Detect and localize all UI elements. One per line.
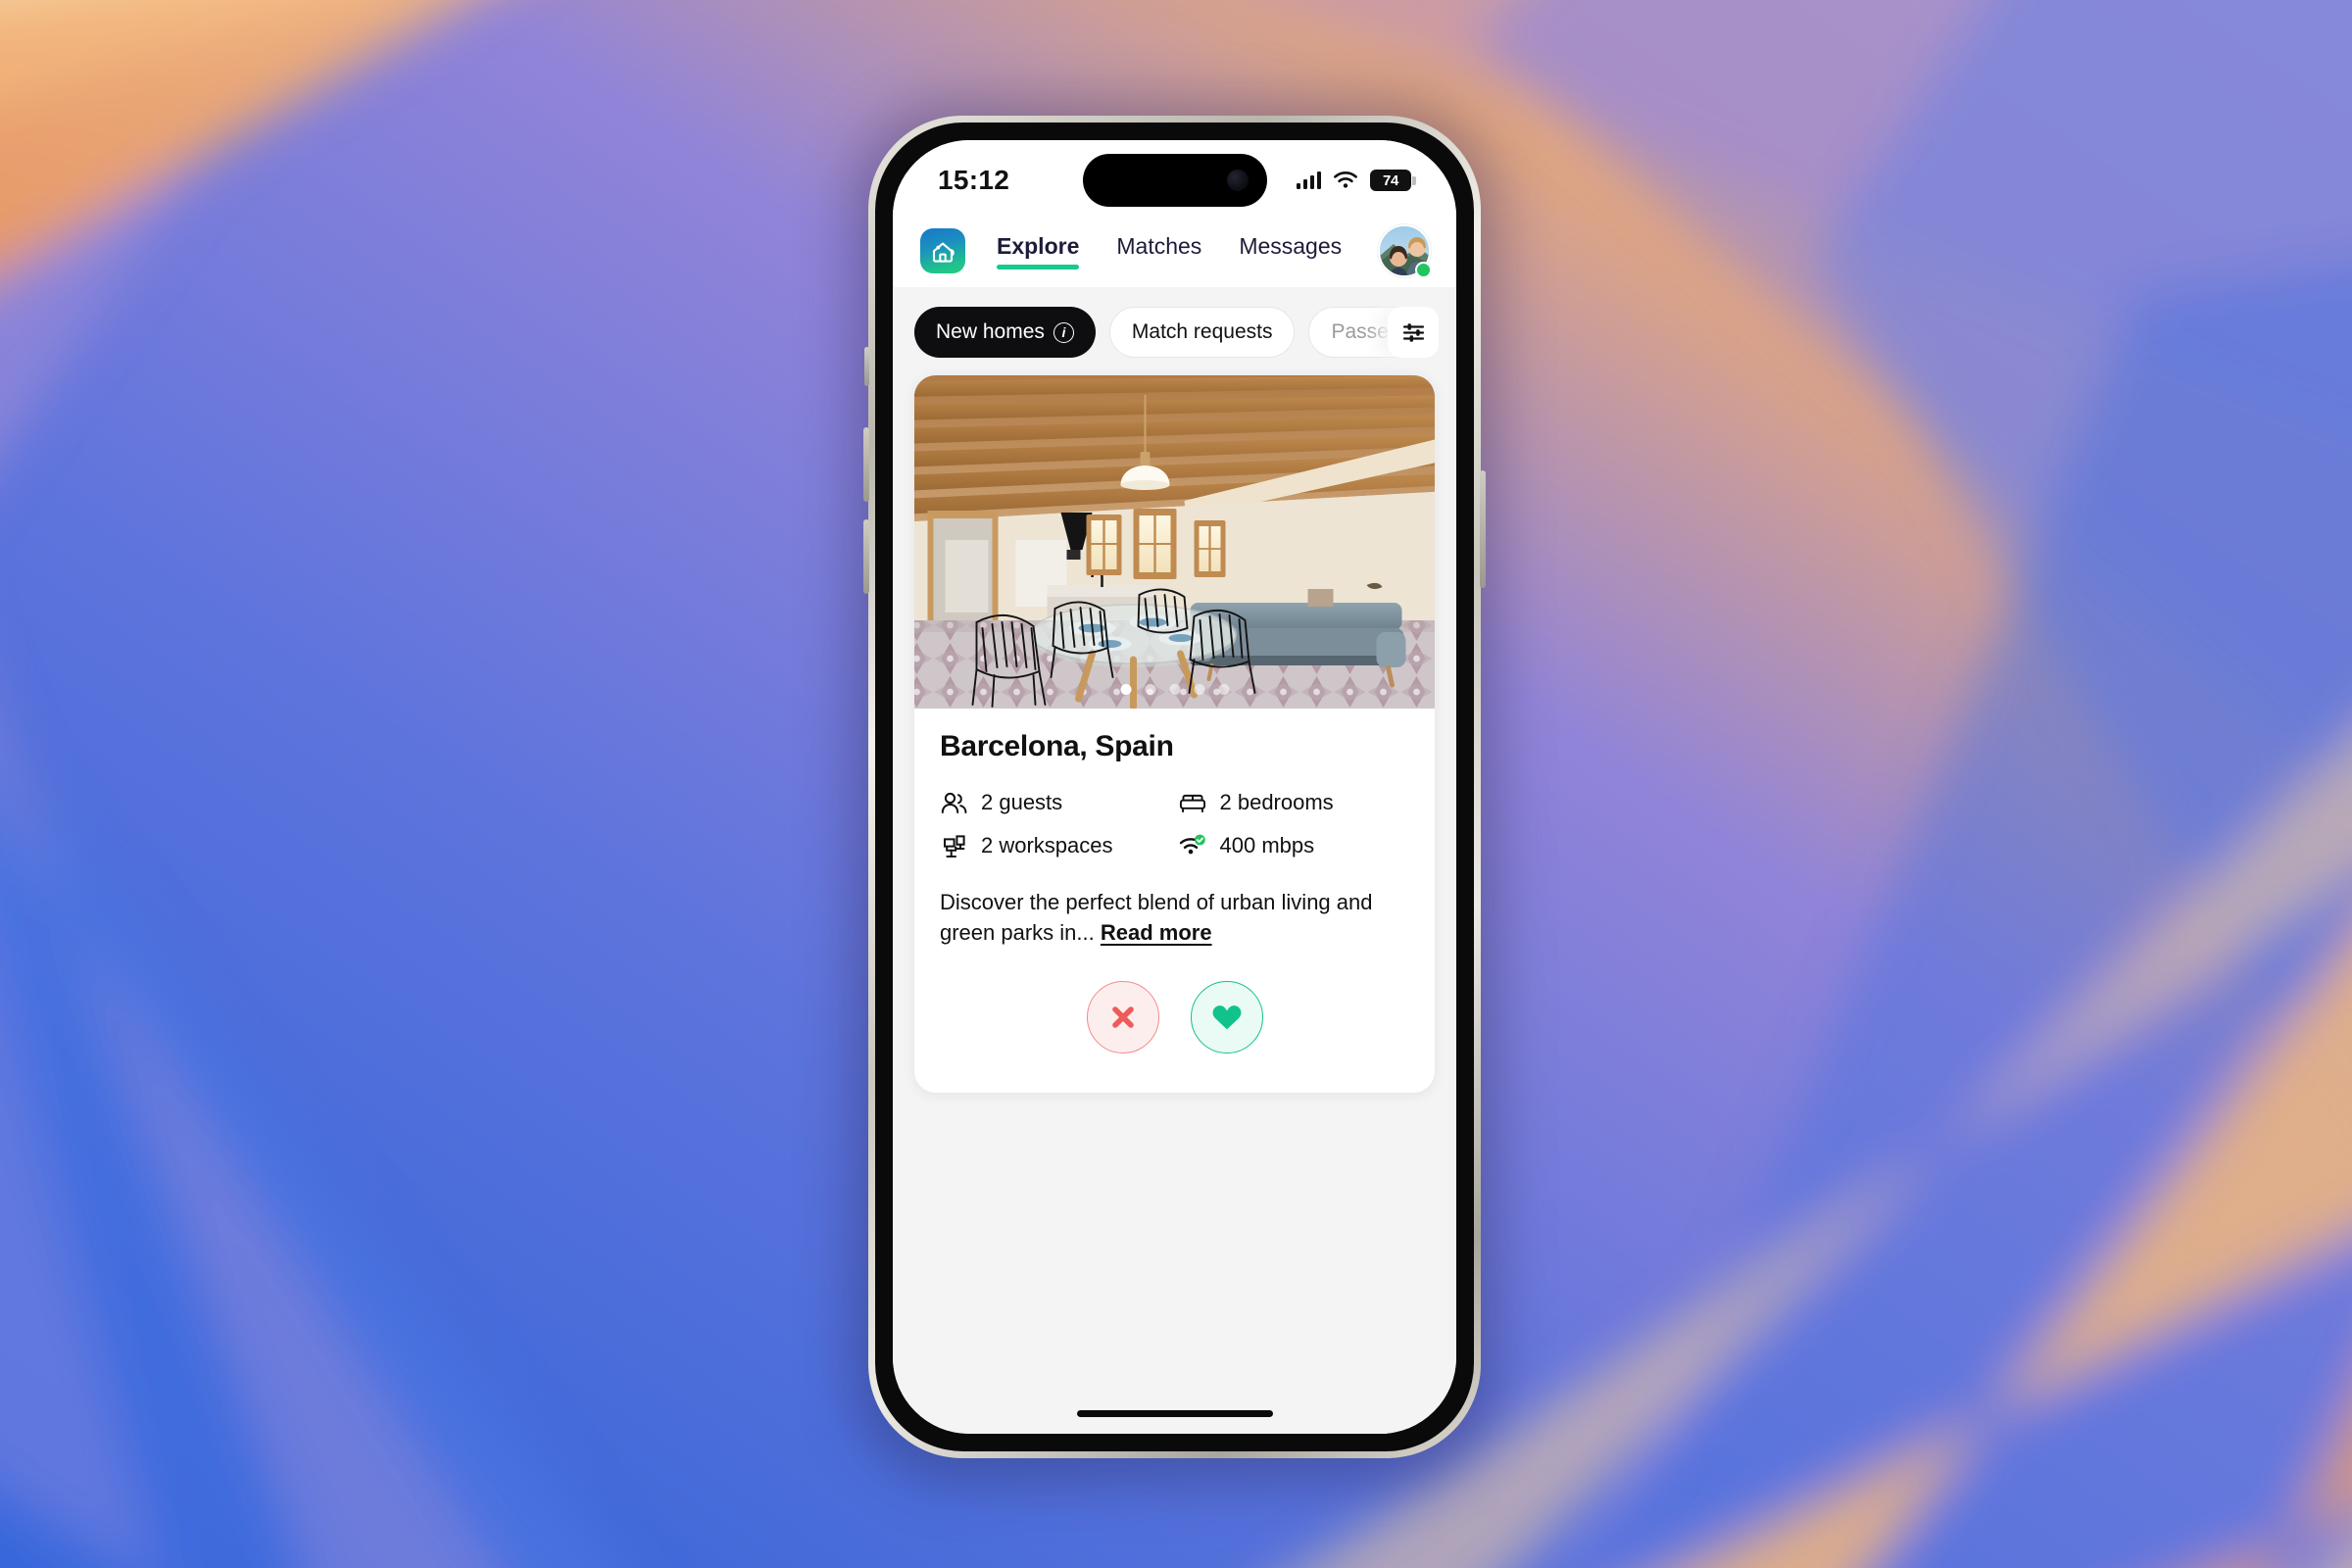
listing-title: Barcelona, Spain <box>940 730 1174 762</box>
tab-explore[interactable]: Explore <box>997 233 1080 270</box>
sliders-icon[interactable] <box>1388 307 1439 358</box>
fact-bedrooms-label: 2 bedrooms <box>1219 790 1334 814</box>
status-bar-time: 15:12 <box>938 165 1010 195</box>
read-more-link[interactable]: Read more <box>1101 920 1212 945</box>
carousel-dot[interactable] <box>1218 684 1229 695</box>
fact-internet-label: 400 mbps <box>1219 833 1315 858</box>
carousel-dot[interactable] <box>1120 684 1131 695</box>
listing-details: Barcelona, Spain 2 guests 2 bedrooms 2 w… <box>914 709 1435 1093</box>
bed-icon <box>1179 789 1206 816</box>
explore-page: New homes i Match requests Passed Barcel… <box>893 287 1456 1434</box>
listing-facts: 2 guests 2 bedrooms 2 workspaces 400 mbp… <box>940 789 1409 859</box>
close-x-icon <box>1111 1006 1134 1029</box>
carousel-dots[interactable] <box>1120 684 1229 695</box>
carousel-dot[interactable] <box>1169 684 1180 695</box>
phone-screen: 15:12 74 Explore Matches Messages New ho… <box>893 140 1456 1434</box>
main-nav: Explore Matches Messages <box>997 233 1342 270</box>
apartment-interior-photo[interactable] <box>914 375 1435 709</box>
battery-icon: 74 <box>1370 170 1416 191</box>
pass-button[interactable] <box>1086 981 1159 1054</box>
fact-internet-speed: 400 mbps <box>1179 832 1410 859</box>
battery-level: 74 <box>1382 172 1399 189</box>
fact-workspaces: 2 workspaces <box>940 832 1171 859</box>
volume-up-button[interactable] <box>863 427 869 502</box>
profile-avatar-button[interactable] <box>1378 224 1432 278</box>
iphone-device: 15:12 74 Explore Matches Messages New ho… <box>851 102 1498 1484</box>
signal-bars-icon <box>1296 172 1321 189</box>
like-button[interactable] <box>1190 981 1263 1054</box>
status-bar: 15:12 74 <box>893 140 1456 215</box>
fact-bedrooms: 2 bedrooms <box>1179 789 1410 816</box>
info-circle-icon[interactable]: i <box>1053 321 1074 343</box>
tab-matches[interactable]: Matches <box>1116 233 1201 269</box>
tab-messages[interactable]: Messages <box>1239 233 1342 269</box>
chip-new-homes[interactable]: New homes i <box>914 307 1096 358</box>
app-header: Explore Matches Messages <box>893 215 1456 287</box>
listing-actions <box>940 948 1409 1093</box>
carousel-dot[interactable] <box>1145 684 1155 695</box>
fact-guests-label: 2 guests <box>981 790 1063 814</box>
workspace-icon <box>940 832 967 859</box>
chip-match-requests[interactable]: Match requests <box>1108 307 1296 358</box>
carousel-dot[interactable] <box>1194 684 1204 695</box>
guests-icon <box>940 789 967 816</box>
chip-new-homes-label: New homes <box>936 320 1045 343</box>
home-swap-logo-icon[interactable] <box>920 228 965 273</box>
online-status-dot <box>1415 262 1432 278</box>
front-camera-icon <box>1226 170 1249 191</box>
volume-down-button[interactable] <box>863 519 869 594</box>
status-bar-indicators: 74 <box>1296 170 1416 191</box>
fact-guests: 2 guests <box>940 789 1171 816</box>
fact-workspaces-label: 2 workspaces <box>981 833 1113 858</box>
power-button[interactable] <box>1480 470 1486 588</box>
device-frame: 15:12 74 Explore Matches Messages New ho… <box>863 116 1486 1458</box>
filter-chips-row[interactable]: New homes i Match requests Passed <box>893 287 1456 375</box>
listing-description: Discover the perfect blend of urban livi… <box>940 887 1409 948</box>
silent-switch[interactable] <box>864 347 869 386</box>
wifi-icon <box>1334 171 1357 188</box>
home-indicator[interactable] <box>1076 1410 1273 1417</box>
heart-icon <box>1212 1005 1241 1030</box>
device-bezel: 15:12 74 Explore Matches Messages New ho… <box>875 122 1474 1451</box>
dynamic-island <box>1082 154 1267 207</box>
wifi-verified-icon <box>1179 832 1206 859</box>
listing-card[interactable]: Barcelona, Spain 2 guests 2 bedrooms 2 w… <box>914 375 1435 1094</box>
